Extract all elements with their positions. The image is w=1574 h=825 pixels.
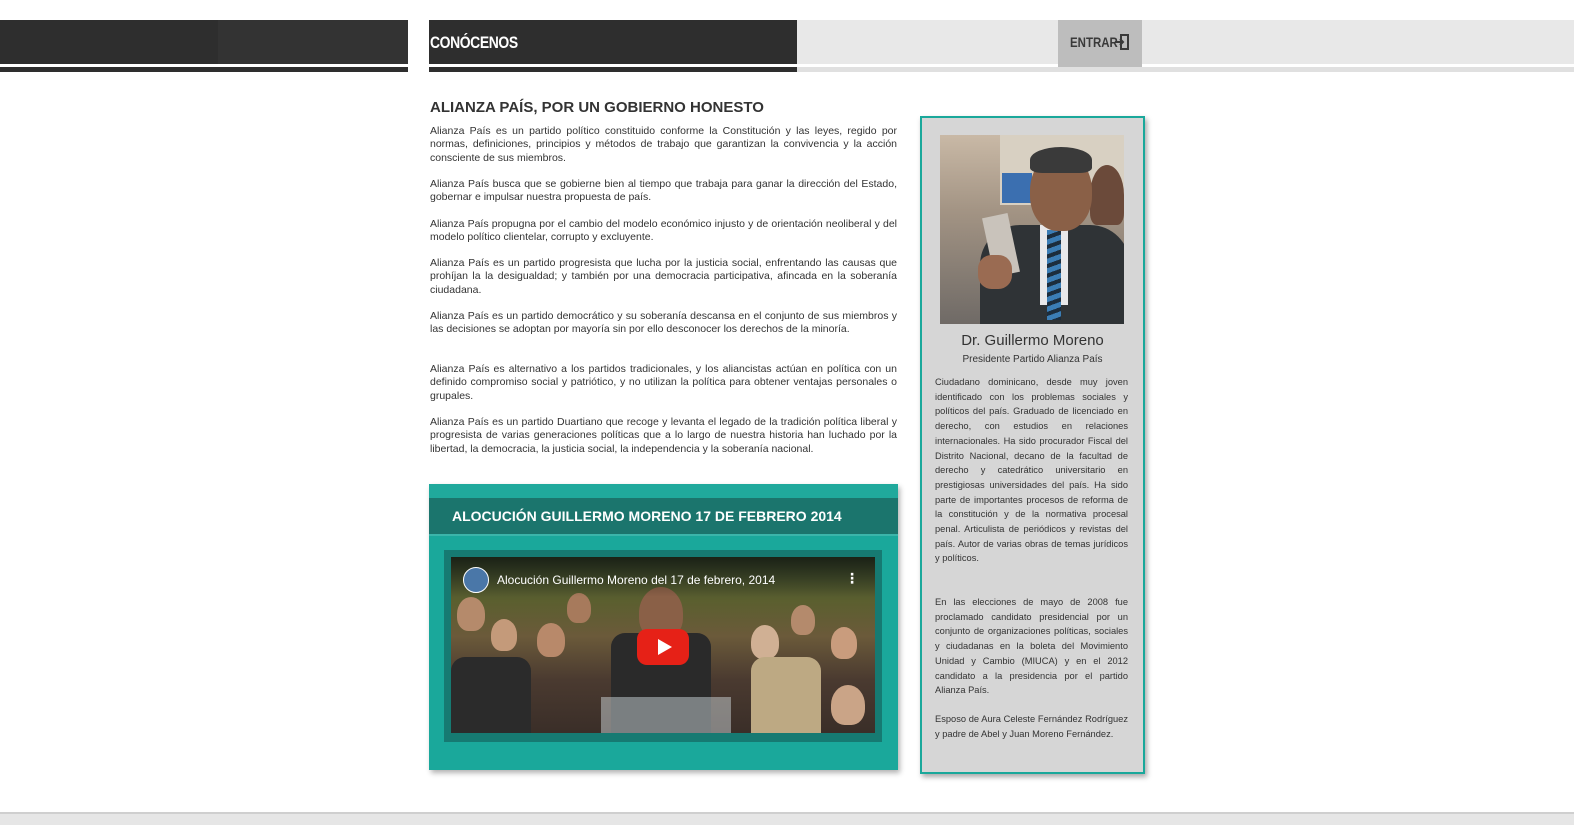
photo-tie [1047,230,1061,320]
main-paragraph: Alianza País es un partido Duartiano que… [430,416,897,455]
photo-hair [1030,147,1092,173]
profile-name: Dr. Guillermo Moreno [961,332,1104,349]
photo-bystander [1090,165,1124,225]
profile-photo [940,135,1124,324]
crowd-face [791,605,815,635]
crowd-face [457,597,485,631]
profile-bio-paragraph: Esposo de Aura Celeste Fernández Rodrígu… [935,714,1128,739]
channel-avatar[interactable] [463,567,489,593]
video-panel-top [429,484,898,498]
main-paragraph: Alianza País propugna por el cambio del … [430,218,897,244]
crowd-face [491,619,517,651]
main-heading: ALIANZA PAÍS, POR UN GOBIERNO HONESTO [430,99,764,116]
crowd-face [537,623,565,657]
enter-icon [1114,34,1130,50]
profile-role: Presidente Partido Alianza País [962,354,1103,365]
header-stripe-title [429,67,797,72]
profile-bio-paragraph: Ciudadano dominicano, desde muy joven id… [935,377,1128,564]
crowd-face [831,627,857,659]
profile-bio-paragraph: En las elecciones de mayo de 2008 fue pr… [935,597,1128,696]
video-panel: ALOCUCIÓN GUILLERMO MORENO 17 DE FEBRERO… [429,484,898,770]
login-button-label: ENTRAR [1070,34,1118,50]
header-gap [408,20,429,64]
main-paragraph: Alianza País es un partido político cons… [430,125,897,164]
header-stripe-right [797,67,1574,72]
crowd-face [831,685,865,725]
profile-card: Dr. Guillermo Moreno Presidente Partido … [920,116,1145,774]
photo-hand [978,255,1012,289]
page-title: CONÓCENOS [430,33,518,52]
main-paragraph: Alianza País es un partido democrático y… [430,310,897,336]
podium [601,697,731,733]
header-right-block [797,20,1574,64]
more-options-icon[interactable]: ⋮ [845,571,859,587]
header-stripe-left [0,67,408,72]
play-button[interactable] [637,629,689,665]
crowd-suit [751,657,821,733]
video-player[interactable]: Alocución Guillermo Moreno del 17 de feb… [451,557,875,733]
login-button[interactable]: ENTRAR [1058,20,1142,72]
play-icon [658,639,672,655]
main-paragraph: Alianza País es alternativo a los partid… [430,363,897,402]
crowd-face [751,625,779,659]
video-panel-title: ALOCUCIÓN GUILLERMO MORENO 17 DE FEBRERO… [452,508,842,524]
main-paragraph: Alianza País es un partido progresista q… [430,257,897,296]
video-title[interactable]: Alocución Guillermo Moreno del 17 de feb… [497,573,775,587]
footer-bar [0,812,1574,825]
main-paragraph: Alianza País busca que se gobierne bien … [430,178,897,204]
photo-sign [1002,173,1032,203]
header-left-block-shade [218,20,408,64]
crowd-suit [451,657,531,733]
crowd-face [567,593,591,623]
